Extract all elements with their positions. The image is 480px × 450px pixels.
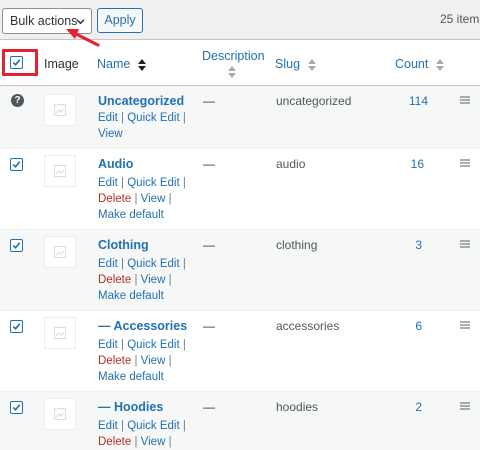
- row-checkbox[interactable]: [10, 158, 23, 171]
- image-placeholder-icon: [54, 327, 66, 339]
- drag-handle-icon[interactable]: [460, 402, 470, 410]
- row-checkbox[interactable]: [10, 320, 23, 333]
- view-link[interactable]: View: [141, 436, 166, 448]
- image-placeholder-icon: [54, 408, 66, 420]
- checkmark-icon: [12, 404, 21, 412]
- edit-link[interactable]: Edit: [98, 258, 118, 270]
- sort-arrows-icon: [137, 58, 146, 71]
- sort-arrows-icon: [228, 65, 236, 78]
- view-link[interactable]: View: [141, 274, 166, 286]
- delete-link[interactable]: Delete: [98, 355, 131, 367]
- make-default-link[interactable]: Make default: [98, 209, 164, 221]
- category-description: —: [203, 94, 215, 108]
- quick-edit-link[interactable]: Quick Edit: [127, 258, 179, 270]
- checkmark-icon: [12, 161, 21, 169]
- select-all-highlight-box: [2, 49, 38, 76]
- category-slug: accessories: [276, 319, 340, 333]
- column-header-count-label: Count: [395, 57, 429, 71]
- table-row: Clothing Edit | Quick Edit | Delete | Vi…: [0, 230, 480, 311]
- drag-handle-icon[interactable]: [460, 96, 470, 104]
- table-row: — Accessories Edit | Quick Edit | Delete…: [0, 311, 480, 392]
- column-header-description-label: Description: [202, 49, 265, 63]
- checkmark-icon: [12, 242, 21, 250]
- category-name-link[interactable]: — Accessories: [98, 319, 187, 333]
- image-placeholder-icon: [54, 246, 66, 258]
- category-name-link[interactable]: Uncategorized: [98, 94, 184, 108]
- apply-button[interactable]: Apply: [97, 8, 143, 33]
- category-description: —: [203, 238, 215, 252]
- items-count: 25 items: [440, 12, 480, 26]
- column-header-description[interactable]: Description: [202, 49, 265, 78]
- category-slug: hoodies: [276, 400, 319, 414]
- category-description: —: [203, 157, 215, 171]
- view-link[interactable]: View: [98, 128, 123, 140]
- column-header-name[interactable]: Name: [97, 57, 146, 71]
- delete-link[interactable]: Delete: [98, 274, 131, 286]
- drag-handle-icon[interactable]: [460, 321, 470, 329]
- delete-link[interactable]: Delete: [98, 193, 131, 205]
- column-header-image: Image: [44, 57, 79, 71]
- quick-edit-link[interactable]: Quick Edit: [127, 112, 179, 124]
- category-slug: audio: [276, 157, 306, 171]
- category-thumbnail: [44, 317, 76, 349]
- category-count-link[interactable]: 6: [382, 319, 422, 333]
- category-thumbnail: [44, 94, 76, 126]
- column-header-slug-label: Slug: [275, 57, 301, 71]
- make-default-link[interactable]: Make default: [98, 290, 164, 302]
- sort-arrows-icon: [307, 58, 316, 71]
- make-default-link[interactable]: Make default: [98, 371, 164, 383]
- column-header-slug[interactable]: Slug: [275, 57, 316, 71]
- view-link[interactable]: View: [141, 355, 166, 367]
- category-thumbnail: [44, 398, 76, 430]
- category-count-link[interactable]: 2: [382, 400, 422, 414]
- view-link[interactable]: View: [141, 193, 166, 205]
- category-name-link[interactable]: — Hoodies: [98, 400, 163, 414]
- row-checkbox[interactable]: [10, 401, 23, 414]
- table-row: Audio Edit | Quick Edit | Delete | View …: [0, 149, 480, 230]
- category-thumbnail: [44, 155, 76, 187]
- checkmark-icon: [12, 323, 21, 331]
- table-row: — Hoodies Edit | Quick Edit | Delete | V…: [0, 392, 480, 450]
- category-count-link[interactable]: 3: [382, 238, 422, 252]
- category-slug: uncategorized: [276, 94, 352, 108]
- row-actions: Edit | Quick Edit | View: [98, 112, 186, 140]
- category-description: —: [203, 319, 215, 333]
- row-checkbox[interactable]: [10, 239, 23, 252]
- drag-handle-icon[interactable]: [460, 159, 470, 167]
- help-icon: ?: [11, 94, 24, 107]
- row-actions: Edit | Quick Edit | Delete | View | Make…: [98, 258, 186, 302]
- category-description: —: [203, 400, 215, 414]
- categories-table: Image Name Description Slug Count ? Unca…: [0, 39, 480, 450]
- drag-handle-icon[interactable]: [460, 240, 470, 248]
- quick-edit-link[interactable]: Quick Edit: [127, 177, 179, 189]
- table-row: ? Uncategorized Edit | Quick Edit | View…: [0, 86, 480, 149]
- quick-edit-link[interactable]: Quick Edit: [127, 339, 179, 351]
- edit-link[interactable]: Edit: [98, 339, 118, 351]
- category-name-link[interactable]: Audio: [98, 157, 133, 171]
- chevron-down-icon: [76, 19, 85, 25]
- category-name-link[interactable]: Clothing: [98, 238, 149, 252]
- edit-link[interactable]: Edit: [98, 177, 118, 189]
- category-thumbnail: [44, 236, 76, 268]
- row-actions: Edit | Quick Edit | Delete | View |: [98, 420, 186, 448]
- quick-edit-link[interactable]: Quick Edit: [127, 420, 179, 432]
- image-placeholder-icon: [54, 104, 66, 116]
- image-placeholder-icon: [54, 165, 66, 177]
- column-header-count[interactable]: Count: [395, 57, 444, 71]
- category-count-link[interactable]: 114: [388, 94, 428, 108]
- row-actions: Edit | Quick Edit | Delete | View | Make…: [98, 339, 186, 383]
- category-slug: clothing: [276, 238, 318, 252]
- row-actions: Edit | Quick Edit | Delete | View | Make…: [98, 177, 186, 221]
- category-count-link[interactable]: 16: [384, 157, 424, 171]
- edit-link[interactable]: Edit: [98, 420, 118, 432]
- edit-link[interactable]: Edit: [98, 112, 118, 124]
- sort-arrows-icon: [435, 58, 444, 71]
- column-header-name-label: Name: [97, 57, 131, 71]
- annotation-arrow-icon: [66, 29, 100, 47]
- delete-link[interactable]: Delete: [98, 436, 131, 448]
